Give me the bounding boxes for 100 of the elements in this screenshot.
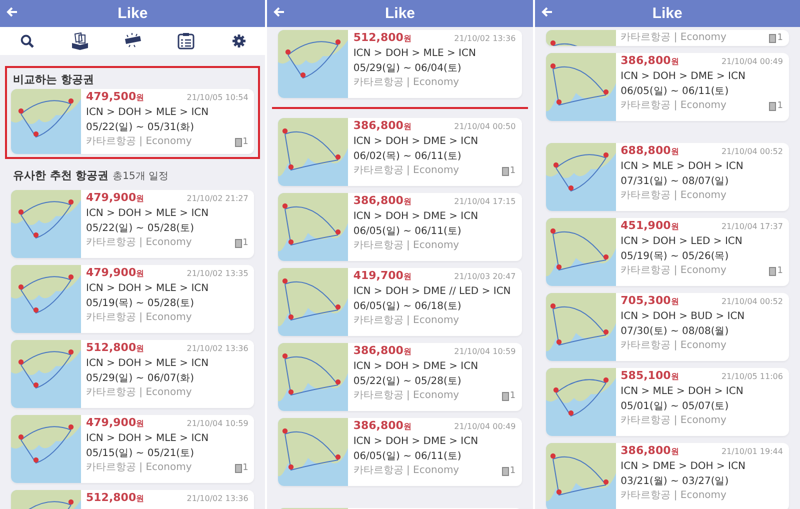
flight-card[interactable]: 386,800원 21/10/04 17:15 ICN > DOH > DME > ICN 06/05(일) ~ 06/11(토) 카타르항공 | Economy (278, 193, 522, 261)
map-drawing (546, 53, 616, 121)
map-drawing (11, 265, 81, 333)
airline-class: 카타르항공 | Economy (620, 489, 726, 503)
map-drawing (11, 190, 81, 258)
travel-dates: 07/31(일) ~ 08/07(일) (620, 175, 730, 189)
travel-dates: 03/21(월) ~ 03/27(일) (620, 475, 730, 489)
travel-dates: 05/29(일) ~ 06/04(토) (353, 62, 462, 76)
route: ICN > DOH > MLE > ICN (86, 106, 210, 120)
back-arrow-icon (540, 6, 553, 18)
price: 479,500원 (86, 90, 144, 105)
route: ICN > DOH > LED > ICN (620, 235, 744, 249)
flight-card[interactable]: 479,500원 21/10/05 10:54 ICN > DOH > MLE > ICN 05/22(일) ~ 05/31(화) 카타르항공 | Economy 1 (11, 89, 254, 154)
price: 386,800원 (353, 344, 412, 359)
flight-card[interactable]: 419,700원 21/10/03 20:47 ICN > DOH > DME // LED > ICN 06/05(일) ~ 06/18(토) 카타르항공 | Economy (278, 268, 522, 336)
flight-card[interactable]: 451,900원 21/10/04 17:37 ICN > DOH > LED > ICN 05/19(목) ~ 05/26(목) 카타르항공 | Economy 1 (546, 218, 789, 286)
memo-count: 1 (510, 391, 516, 401)
saved-time: 21/10/04 00:52 (721, 297, 783, 306)
map-drawing (278, 118, 348, 186)
airline-class: 카타르항공 | Economy (86, 135, 192, 149)
route: ICN > DOH > DME > ICN (353, 210, 480, 224)
flight-card[interactable]: 386,800원 21/10/04 00:50 ICN > DOH > DME > ICN 06/02(목) ~ 06/11(토) 카타르항공 | Economy 1 (278, 118, 522, 186)
toolbar-button[interactable] (70, 31, 90, 51)
saved-time: 21/10/02 13:35 (186, 269, 248, 278)
flight-card[interactable]: 688,800원 21/10/04 00:52 ICN > MLE > DOH > ICN 07/31(일) ~ 08/07(일) 카타르항공 | Economy (546, 143, 789, 211)
memo-count: 1 (777, 33, 783, 43)
memo-count: 1 (510, 166, 516, 176)
travel-dates: 06/02(목) ~ 06/11(토) (353, 150, 462, 164)
memo-count: 1 (242, 137, 248, 147)
toolbar-button[interactable] (176, 31, 196, 51)
airline-class: 카타르항공 | Economy (86, 311, 192, 325)
flight-card[interactable]: 386,800원 21/10/04 00:49 ICN > DOH > DME > ICN 06/05(일) ~ 06/11(토) 카타르항공 | Economy 1 (278, 418, 522, 486)
map-drawing (278, 30, 348, 98)
price: 705,300원 (620, 294, 679, 309)
route: ICN > DOH > DME > ICN (620, 70, 746, 84)
travel-dates: 06/05(일) ~ 06/18(토) (353, 300, 462, 314)
route: ICN > DOH > MLE > ICN (353, 47, 477, 61)
flight-card[interactable]: 512,800원 21/10/02 13:36 ICN > DOH > MLE > ICN 05/29(일) ~ 06/07(화) 카타르항공 | Economy (11, 340, 254, 408)
note-icon (769, 102, 776, 110)
map-drawing (546, 30, 616, 46)
price: 512,800원 (86, 341, 144, 356)
travel-dates: 05/22(일) ~ 05/28(토) (353, 375, 462, 389)
flight-card[interactable]: 479,900원 21/10/02 13:35 ICN > DOH > MLE > ICN 05/19(목) ~ 05/28(토) 카타르항공 | Economy (11, 265, 254, 333)
flight-card[interactable]: 386,800원 21/10/04 10:59 ICN > DOH > DME > ICN 05/22(일) ~ 05/28(토) 카타르항공 | Economy 1 (278, 343, 522, 411)
saved-time: 21/10/05 11:06 (721, 372, 783, 381)
section-title: 유사한 추천 항공권 (13, 168, 109, 183)
airline-class: 카타르항공 | Economy (353, 464, 460, 478)
airline-class: 카타르항공 | Economy (86, 461, 192, 475)
price: 386,800원 (353, 194, 412, 209)
schedule-count: 총15개 일정 (112, 170, 169, 183)
route: ICN > DOH > MLE > ICN (86, 207, 210, 221)
price: 386,800원 (353, 119, 412, 134)
route: ICN > DME > DOH > ICN (620, 460, 746, 474)
flight-card[interactable]: 479,900원 21/10/02 21:27 ICN > DOH > MLE > ICN 05/22(일) ~ 05/28(토) 카타르항공 | Economy 1 (11, 190, 254, 258)
price: 688,800원 (620, 144, 679, 159)
note-icon (234, 138, 242, 146)
travel-dates: 06/05(일) ~ 06/11(토) (353, 450, 462, 464)
search-icon (20, 34, 34, 48)
flight-card[interactable]: 카타르항공 | Economy 1 (546, 30, 789, 46)
map-drawing (11, 415, 81, 483)
price: 512,800원 (353, 31, 412, 46)
flight-card[interactable]: 585,100원 21/10/05 11:06 ICN > MLE > DOH > ICN 05/01(일) ~ 05/07(토) 카타르항공 | Economy (546, 368, 789, 436)
airline-class: 카타르항공 | Economy (620, 99, 726, 113)
clipboard-list-icon (176, 32, 195, 50)
price: 419,700원 (353, 269, 412, 284)
saved-time: 21/10/04 00:49 (454, 422, 516, 431)
route: ICN > MLE > DOH > ICN (620, 160, 744, 174)
memo-count: 1 (510, 466, 516, 476)
saved-time: 21/10/02 13:36 (186, 344, 248, 353)
flight-card[interactable]: 386,800원 21/10/04 00:49 ICN > DOH > DME > ICN 06/05(일) ~ 06/11(토) 카타르항공 | Economy 1 (546, 53, 789, 121)
flight-card[interactable]: 386,800원 21/10/01 19:44 ICN > DME > DOH > ICN 03/21(월) ~ 03/27(일) 카타르항공 | Economy (546, 443, 789, 509)
back-arrow-icon (273, 6, 286, 18)
map-drawing (278, 418, 348, 486)
airline-class: 카타르항공 | Economy (353, 164, 460, 178)
price: 585,100원 (620, 369, 679, 384)
memo-count: 1 (242, 238, 248, 248)
airline-class: 카타르항공 | Economy (353, 76, 460, 90)
note-icon (502, 166, 509, 176)
flight-card[interactable]: 512,800원 21/10/02 13:36 ICN > DOH > MLE > ICN 05/29(일) ~ 06/04(토) 카타르항공 | Economy (278, 30, 522, 98)
saved-time: 21/10/05 10:54 (186, 93, 248, 102)
flight-card[interactable]: 705,300원 21/10/04 00:52 ICN > DOH > BUD > ICN 07/30(토) ~ 08/08(월) 카타르항공 | Economy (546, 293, 789, 361)
route: ICN > DOH > DME > ICN (353, 435, 480, 449)
flight-card[interactable]: 479,900원 21/10/04 10:59 ICN > DOH > MLE > ICN 05/15(일) ~ 05/21(토) 카타르항공 | Economy 1 (11, 415, 254, 483)
saved-time: 21/10/03 20:47 (454, 272, 516, 281)
map-drawing (546, 218, 616, 286)
saved-time: 21/10/04 00:50 (454, 122, 516, 131)
airline-class: 카타르항공 | Economy (620, 339, 726, 353)
note-icon (769, 34, 776, 42)
map-drawing (278, 193, 348, 261)
price: 512,800원 (86, 491, 144, 506)
price: 386,800원 (620, 444, 679, 459)
saved-time: 21/10/02 13:36 (454, 34, 516, 43)
travel-dates: 06/05(일) ~ 06/11(토) (353, 225, 462, 239)
route: ICN > DOH > DME > ICN (353, 135, 480, 149)
map-drawing (278, 268, 348, 336)
flight-card[interactable]: 512,800원 21/10/02 13:36 (11, 490, 254, 509)
airline-class: 카타르항공 | Economy (620, 264, 726, 278)
page-title: Like (652, 5, 682, 22)
travel-dates: 05/01(일) ~ 05/07(토) (620, 400, 730, 414)
note-icon (502, 392, 509, 400)
